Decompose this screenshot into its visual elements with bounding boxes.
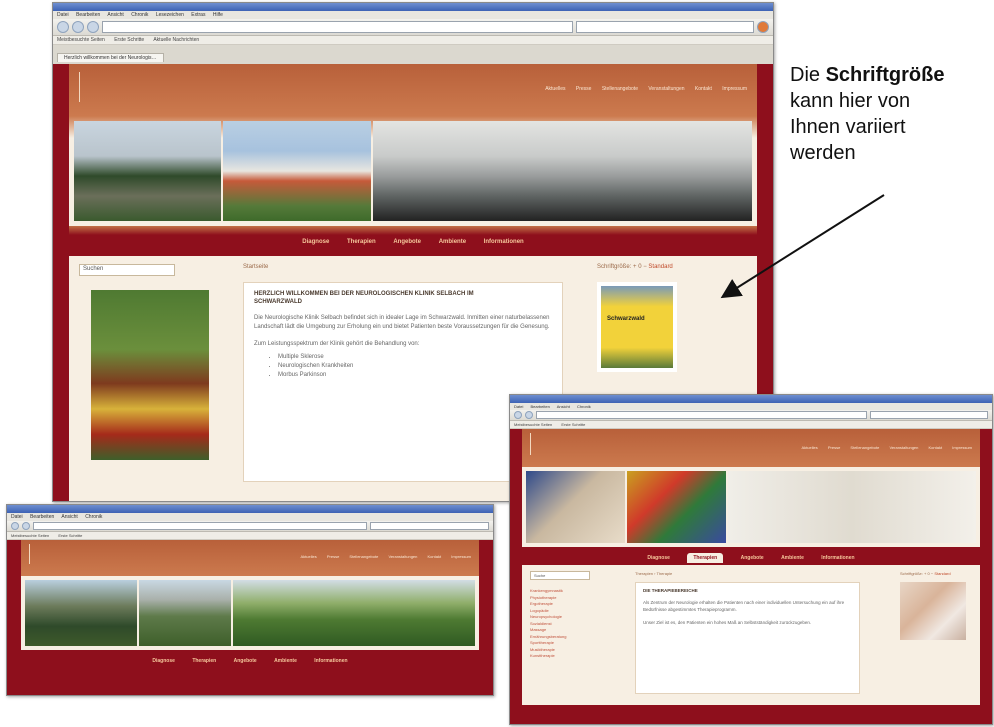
annotation-arrow [720, 194, 885, 299]
